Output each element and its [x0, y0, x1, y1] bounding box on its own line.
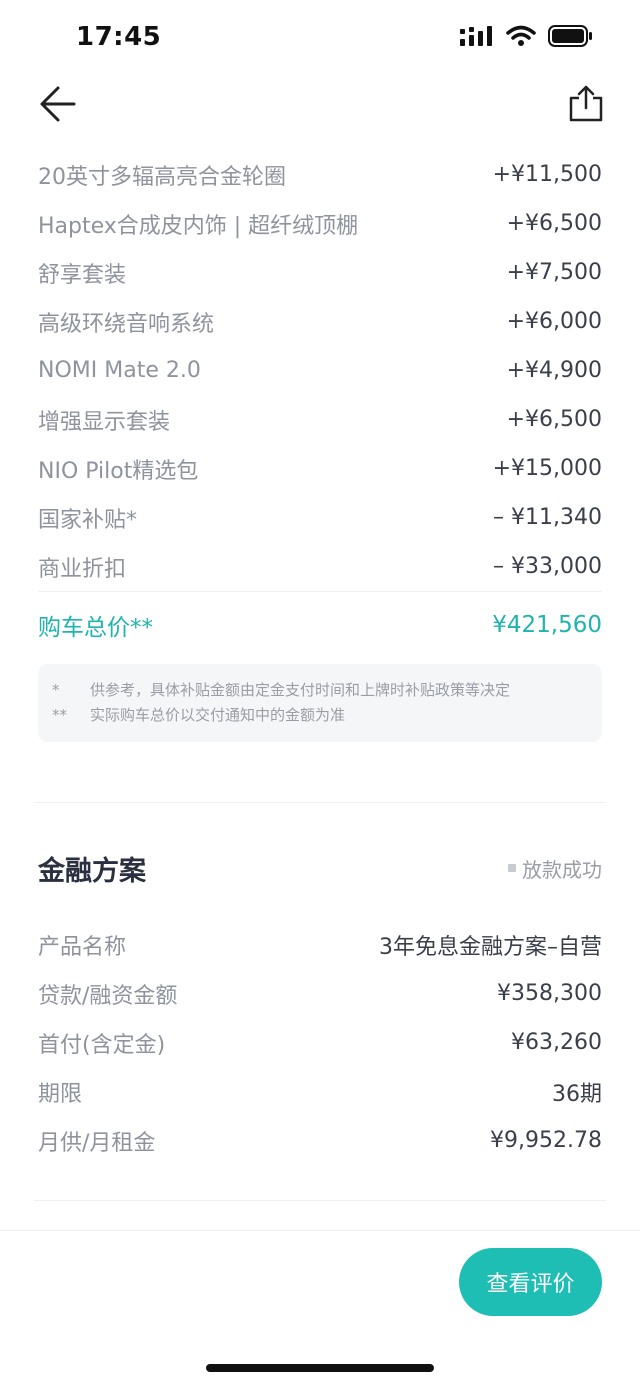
- share-button[interactable]: [566, 84, 606, 124]
- view-review-button[interactable]: 查看评价: [459, 1248, 602, 1316]
- total-price-label: 购车总价**: [38, 615, 153, 641]
- status-dot-icon: [508, 864, 516, 872]
- price-item-value: +¥6,500: [506, 407, 602, 432]
- share-icon: [569, 85, 603, 122]
- finance-row: 产品名称 3年免息金融方案–自营: [38, 920, 602, 969]
- price-item-value: +¥7,500: [506, 260, 602, 285]
- price-item-value: +¥11,500: [492, 162, 602, 187]
- price-item-row: 舒享套装 +¥7,500: [38, 248, 602, 297]
- note-item: ** 实际购车总价以交付通知中的金额为准: [52, 703, 582, 728]
- price-item-value: – ¥11,340: [493, 505, 602, 530]
- price-item-row: 20英寸多辐高亮合金轮圈 +¥11,500: [38, 150, 602, 199]
- price-item-row: NIO Pilot精选包 +¥15,000: [38, 444, 602, 493]
- note-text: 供参考，具体补贴金额由定金支付时间和上牌时补贴政策等决定: [90, 681, 511, 699]
- status-icons: [460, 24, 594, 48]
- note-mark: *: [52, 681, 60, 699]
- battery-icon: [548, 25, 592, 47]
- price-item-label: 高级环绕音响系统: [38, 311, 215, 337]
- price-item-row: Haptex合成皮内饰 | 超纤绒顶棚 +¥6,500: [38, 199, 602, 248]
- finance-row-value: 3年免息金融方案–自营: [379, 934, 602, 960]
- price-item-value: +¥6,500: [506, 211, 602, 236]
- nav-bar: [0, 80, 640, 140]
- total-price-value: ¥421,560: [492, 612, 602, 638]
- finance-row-label: 首付(含定金): [38, 1032, 166, 1058]
- finance-status-badge: 放款成功: [508, 854, 602, 883]
- price-item-label: Haptex合成皮内饰 | 超纤绒顶棚: [38, 213, 359, 239]
- price-breakdown: 20英寸多辐高亮合金轮圈 +¥11,500 Haptex合成皮内饰 | 超纤绒顶…: [38, 150, 602, 742]
- price-item-value: +¥15,000: [492, 456, 602, 481]
- signal-icon: [460, 26, 492, 46]
- finance-row-value: 36期: [552, 1081, 602, 1107]
- price-item-row: 商业折扣 – ¥33,000: [38, 542, 602, 591]
- note-item: * 供参考，具体补贴金额由定金支付时间和上牌时补贴政策等决定: [52, 678, 582, 703]
- finance-row-label: 月供/月租金: [38, 1130, 156, 1156]
- finance-row: 期限 36期: [38, 1067, 602, 1116]
- status-bar: 17:45: [0, 0, 640, 80]
- back-arrow-icon: [40, 86, 76, 122]
- finance-row-label: 贷款/融资金额: [38, 983, 178, 1009]
- finance-row-value: ¥9,952.78: [490, 1128, 602, 1153]
- price-item-label: 国家补贴*: [38, 507, 138, 533]
- price-item-label: 增强显示套装: [38, 409, 171, 435]
- price-item-value: +¥4,900: [506, 358, 602, 383]
- price-item-value: – ¥33,000: [493, 554, 602, 579]
- finance-row-label: 产品名称: [38, 934, 127, 960]
- price-item-value: +¥6,000: [506, 309, 602, 334]
- finance-plan-section: 金融方案 放款成功 产品名称 3年免息金融方案–自营 贷款/融资金额 ¥358,…: [38, 840, 602, 1165]
- price-item-row: 高级环绕音响系统 +¥6,000: [38, 297, 602, 346]
- finance-row-value: ¥63,260: [511, 1030, 602, 1055]
- status-time: 17:45: [76, 22, 162, 52]
- price-item-label: 舒享套装: [38, 262, 127, 288]
- section-divider: [34, 1200, 606, 1201]
- finance-row-label: 期限: [38, 1081, 83, 1107]
- price-item-label: 20英寸多辐高亮合金轮圈: [38, 164, 286, 190]
- note-text: 实际购车总价以交付通知中的金额为准: [90, 706, 346, 724]
- price-item-row: 增强显示套装 +¥6,500: [38, 395, 602, 444]
- finance-row: 月供/月租金 ¥9,952.78: [38, 1116, 602, 1165]
- price-item-row: 国家补贴* – ¥11,340: [38, 493, 602, 542]
- total-price-row: 购车总价** ¥421,560: [38, 592, 602, 658]
- finance-row-value: ¥358,300: [497, 981, 602, 1006]
- price-item-row: NOMI Mate 2.0 +¥4,900: [38, 346, 602, 395]
- finance-title: 金融方案: [38, 855, 146, 887]
- price-notes: * 供参考，具体补贴金额由定金支付时间和上牌时补贴政策等决定 ** 实际购车总价…: [38, 664, 602, 742]
- finance-header: 金融方案 放款成功: [38, 840, 602, 896]
- price-item-label: NIO Pilot精选包: [38, 458, 199, 484]
- price-item-label: NOMI Mate 2.0: [38, 358, 201, 383]
- note-mark: **: [52, 706, 67, 724]
- finance-status-text: 放款成功: [522, 857, 602, 882]
- wifi-icon: [506, 25, 536, 46]
- section-divider: [34, 802, 606, 803]
- price-item-label: 商业折扣: [38, 556, 127, 582]
- back-button[interactable]: [38, 84, 78, 124]
- finance-row: 首付(含定金) ¥63,260: [38, 1018, 602, 1067]
- finance-row: 贷款/融资金额 ¥358,300: [38, 969, 602, 1018]
- home-indicator[interactable]: [206, 1364, 434, 1372]
